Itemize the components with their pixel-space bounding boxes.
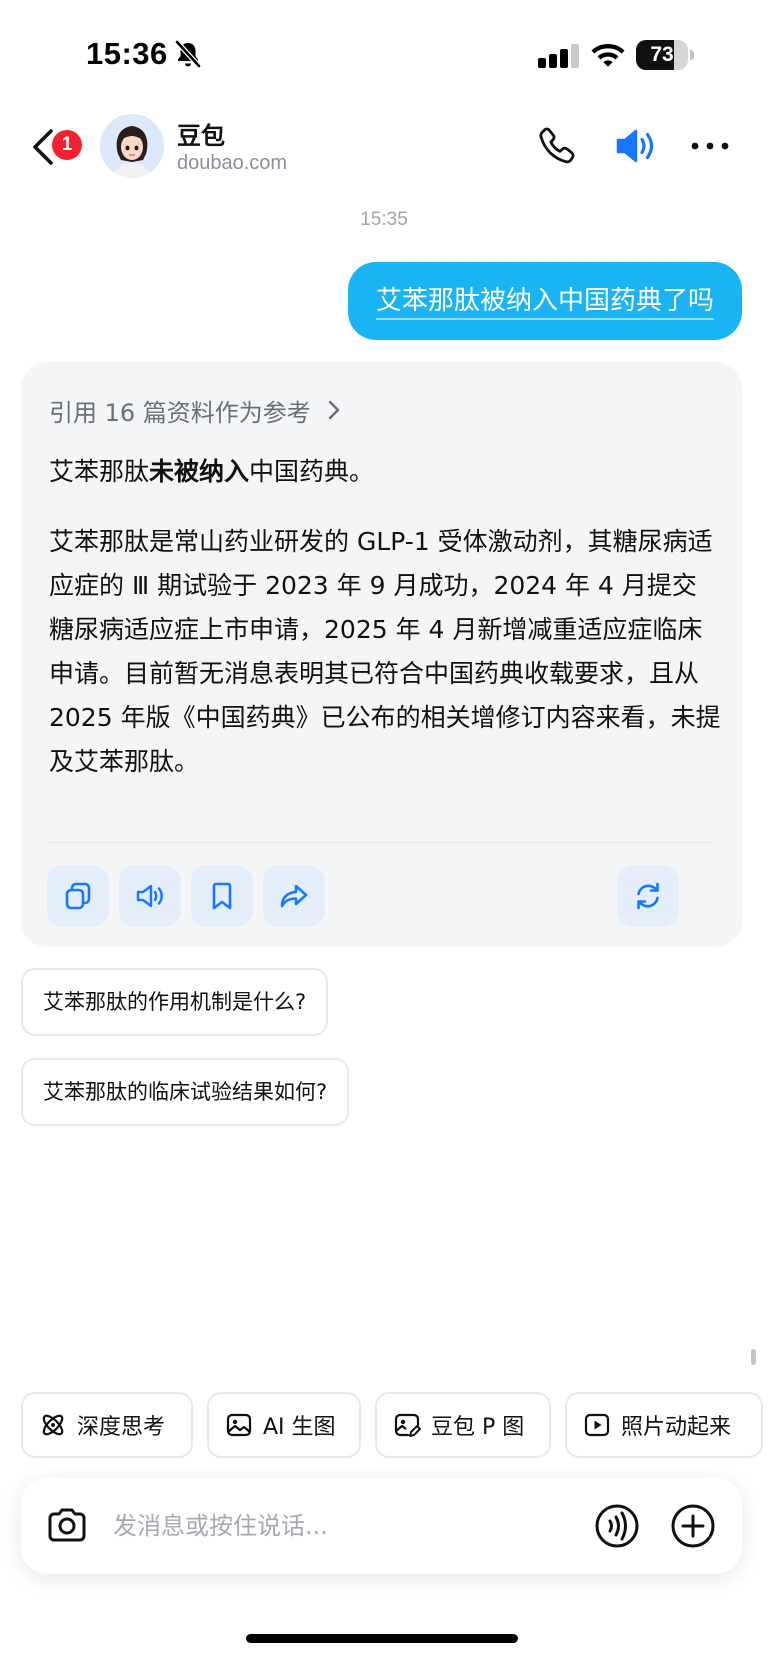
animate-photo-label: 照片动起来 [621, 1415, 732, 1440]
animate-photo-button[interactable]: 照片动起来 [565, 1392, 763, 1458]
bot-name: 豆包 [177, 122, 225, 150]
bot-domain: doubao.com [177, 152, 288, 174]
chat-header: 1 豆包 doubao.com [0, 100, 768, 192]
photo-edit-label: 豆包 P 图 [431, 1415, 525, 1440]
status-time: 15:36 [86, 36, 168, 71]
speaker-icon[interactable] [612, 122, 660, 170]
play-icon [584, 1413, 610, 1437]
image-icon [226, 1413, 252, 1437]
quick-actions-bar: 深度思考 AI 生图 豆包 P 图 照片动起来 [0, 1392, 768, 1458]
status-bar: 15:36 73 [0, 0, 768, 100]
voice-icon[interactable] [593, 1502, 641, 1550]
share-icon [280, 884, 308, 908]
message-composer [21, 1478, 742, 1574]
bookmark-button[interactable] [191, 865, 253, 927]
unread-badge: 1 [52, 130, 82, 160]
avatar[interactable] [100, 114, 164, 178]
message-timestamp: 15:35 [360, 209, 408, 230]
chevron-right-icon [328, 400, 339, 420]
share-button[interactable] [263, 865, 325, 927]
citation-link[interactable]: 引用 16 篇资料作为参考 [49, 392, 345, 428]
suggested-question[interactable]: 艾苯那肽的作用机制是什么? [21, 968, 329, 1036]
camera-icon[interactable] [45, 1504, 89, 1548]
cellular-signal-icon [538, 44, 579, 68]
copy-icon [65, 882, 91, 910]
photo-edit-button[interactable]: 豆包 P 图 [375, 1392, 551, 1458]
home-indicator[interactable] [246, 1634, 518, 1643]
ai-image-label: AI 生图 [263, 1415, 336, 1440]
plus-icon[interactable] [669, 1502, 717, 1550]
copy-button[interactable] [47, 865, 109, 927]
read-aloud-icon [136, 884, 163, 908]
answer-body: 艾苯那肽是常山药业研发的 GLP-1 受体激动剂，其糖尿病适应症的 Ⅲ 期试验于… [49, 527, 721, 776]
atom-icon [42, 1414, 64, 1436]
answer-lead: 艾苯那肽未被纳入中国药典。 [49, 457, 375, 486]
bell-muted-icon [175, 40, 201, 68]
back-button[interactable]: 1 [26, 114, 90, 178]
phone-icon[interactable] [536, 124, 580, 168]
image-edit-icon [394, 1413, 421, 1437]
read-aloud-button[interactable] [119, 865, 181, 927]
battery-icon: 73 [636, 40, 694, 70]
divider [49, 842, 714, 843]
deep-think-button[interactable]: 深度思考 [21, 1392, 193, 1458]
battery-percent: 73 [650, 43, 674, 66]
answer-lead-emphasis: 未被纳入 [149, 457, 250, 486]
bookmark-icon [212, 882, 232, 910]
user-message-text: 艾苯那肽被纳入中国药典了吗 [375, 286, 714, 320]
regenerate-icon [637, 882, 659, 910]
suggested-question[interactable]: 艾苯那肽的临床试验结果如何? [21, 1058, 350, 1126]
scroll-indicator[interactable] [751, 1349, 756, 1365]
citation-text: 引用 16 篇资料作为参考 [49, 398, 311, 427]
wifi-icon [591, 44, 625, 67]
more-icon[interactable] [688, 124, 732, 168]
message-input[interactable] [113, 1502, 543, 1550]
deep-think-label: 深度思考 [77, 1415, 166, 1440]
user-message-bubble[interactable]: 艾苯那肽被纳入中国药典了吗 [347, 262, 742, 340]
regenerate-button[interactable] [617, 865, 679, 927]
assistant-reply-card: 引用 16 篇资料作为参考 艾苯那肽未被纳入中国药典。 艾苯那肽是常山药业研发的… [21, 362, 742, 947]
ai-image-button[interactable]: AI 生图 [207, 1392, 361, 1458]
